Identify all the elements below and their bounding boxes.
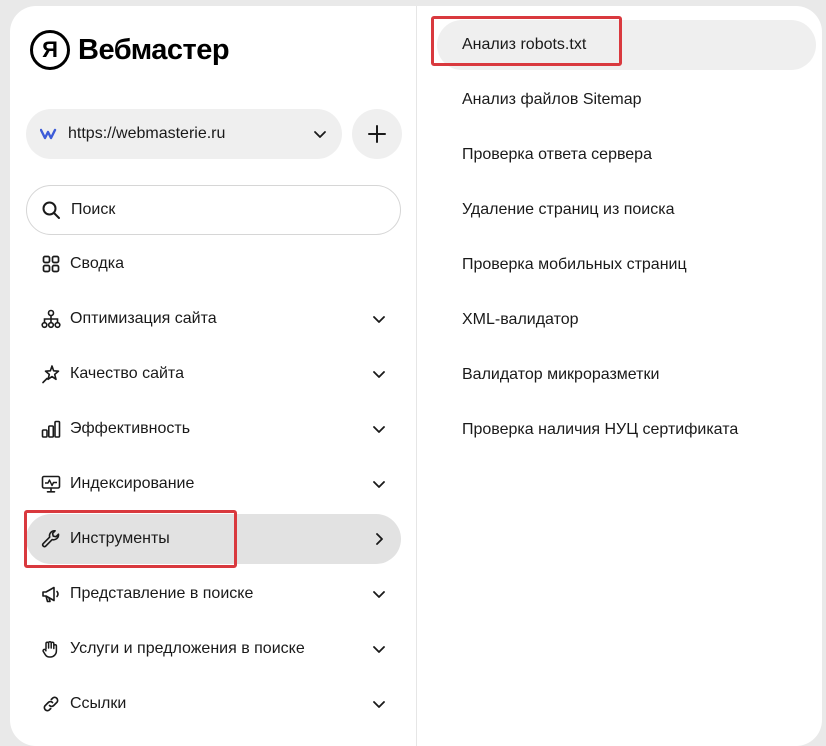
nav-item-tools[interactable]: Инструменты — [26, 514, 401, 564]
nav-item-services-offers[interactable]: Услуги и предложения в поиске — [26, 624, 401, 674]
nav-item-indexing[interactable]: Индексирование — [26, 459, 401, 509]
grid-icon — [40, 253, 62, 275]
sitemap-icon — [40, 308, 62, 330]
hand-icon — [40, 638, 62, 660]
navigation-panel: Я Вебмастер https://webmasterie.ru Поиск… — [10, 6, 822, 746]
submenu-item-markup-validator[interactable]: Валидатор микроразметки — [437, 350, 816, 400]
nav-label: Ссылки — [70, 695, 127, 712]
submenu-item-remove-pages[interactable]: Удаление страниц из поиска — [437, 185, 816, 235]
brand-logo[interactable]: Я Вебмастер — [30, 30, 230, 70]
submenu-item-robots-analysis[interactable]: Анализ robots.txt — [437, 20, 816, 70]
nav-item-summary[interactable]: Сводка — [26, 239, 401, 289]
megaphone-icon — [40, 583, 62, 605]
site-url: https://webmasterie.ru — [68, 125, 226, 142]
search-field[interactable] — [26, 185, 401, 235]
chevron-down-icon — [371, 696, 387, 712]
bar-chart-icon — [40, 418, 62, 440]
chevron-right-icon — [371, 531, 387, 547]
chevron-down-icon — [371, 421, 387, 437]
nav-label: Сводка — [70, 255, 125, 272]
chevron-down-icon — [371, 586, 387, 602]
nav-label: Качество сайта — [70, 365, 184, 382]
submenu-item-mobile-check[interactable]: Проверка мобильных страниц — [437, 240, 816, 290]
monitor-icon — [40, 473, 62, 495]
plus-icon — [368, 125, 386, 143]
tools-submenu: Анализ robots.txt Анализ файлов Sitemap … — [417, 6, 822, 746]
submenu-item-nuc-certificate[interactable]: Проверка наличия НУЦ сертификата — [437, 405, 816, 455]
link-icon — [40, 693, 62, 715]
search-icon — [42, 201, 60, 219]
main-nav-column: Я Вебмастер https://webmasterie.ru Поиск… — [10, 6, 417, 746]
nav-item-search-appearance[interactable]: Представление в поиске — [26, 569, 401, 619]
sparkle-icon — [40, 363, 62, 385]
brand-name: Вебмастер — [78, 33, 230, 66]
submenu-item-sitemap-analysis[interactable]: Анализ файлов Sitemap — [437, 75, 816, 125]
submenu-item-xml-validator[interactable]: XML-валидатор — [437, 295, 816, 345]
nav-label: Индексирование — [70, 475, 195, 492]
chevron-down-icon — [371, 476, 387, 492]
chevron-down-icon — [371, 641, 387, 657]
submenu-item-server-response[interactable]: Проверка ответа сервера — [437, 130, 816, 180]
yandex-logo-icon: Я — [30, 30, 70, 70]
nav-label: Оптимизация сайта — [70, 310, 217, 327]
site-selector[interactable]: https://webmasterie.ru — [26, 109, 342, 159]
nav-label: Представление в поиске — [70, 585, 254, 602]
chevron-down-icon — [371, 311, 387, 327]
chevron-down-icon — [371, 366, 387, 382]
chevron-down-icon — [314, 131, 326, 138]
nav-item-site-quality[interactable]: Качество сайта — [26, 349, 401, 399]
nav-item-links[interactable]: Ссылки — [26, 679, 401, 729]
nav-label: Эффективность — [70, 420, 191, 437]
wrench-icon — [40, 528, 62, 550]
search-input[interactable] — [71, 201, 371, 219]
w-logo-icon — [40, 128, 57, 140]
nav-label: Инструменты — [70, 530, 170, 547]
add-site-button[interactable] — [352, 109, 402, 159]
nav-label: Услуги и предложения в поиске — [70, 640, 305, 657]
nav-item-efficiency[interactable]: Эффективность — [26, 404, 401, 454]
nav-item-site-optimization[interactable]: Оптимизация сайта — [26, 294, 401, 344]
